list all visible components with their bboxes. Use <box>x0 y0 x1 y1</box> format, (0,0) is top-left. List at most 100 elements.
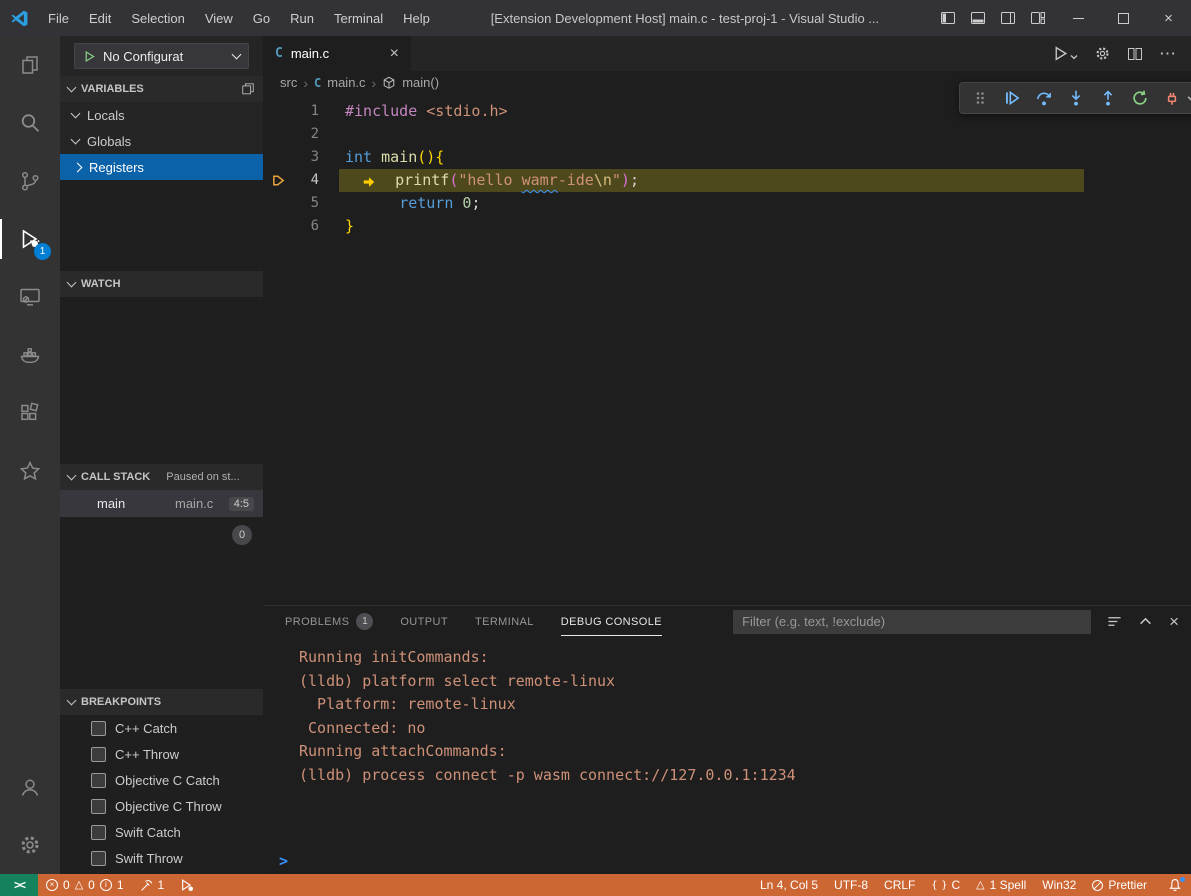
status-prettier[interactable]: Prettier <box>1084 874 1155 896</box>
maximize-button[interactable] <box>1101 0 1146 36</box>
continue-button[interactable] <box>999 85 1025 111</box>
menu-go[interactable]: Go <box>243 0 280 36</box>
split-editor-icon[interactable] <box>1127 46 1143 62</box>
maximize-panel-icon[interactable] <box>1139 615 1152 628</box>
watch-section-header[interactable]: WATCH <box>60 271 263 297</box>
toggle-sidebar-icon[interactable] <box>940 10 956 26</box>
breakpoint-row[interactable]: C++ Catch <box>60 715 263 741</box>
menu-edit[interactable]: Edit <box>79 0 121 36</box>
open-panes-view-icon[interactable] <box>241 82 255 96</box>
console-filter-input[interactable] <box>733 610 1091 634</box>
status-eol[interactable]: CRLF <box>876 874 923 896</box>
breakpoint-checkbox[interactable] <box>91 825 106 840</box>
breakpoint-row[interactable]: C++ Throw <box>60 741 263 767</box>
code-line-content[interactable]: return 0; <box>345 192 480 215</box>
variables-item-locals[interactable]: Locals <box>60 102 263 128</box>
tab-main-c[interactable]: C main.c × <box>263 36 411 71</box>
status-debug[interactable] <box>172 874 202 896</box>
breakpoint-row[interactable]: Swift Catch <box>60 819 263 845</box>
toolbar-drag-grip[interactable] <box>967 85 993 111</box>
activity-extensions[interactable] <box>0 384 60 442</box>
breadcrumb-file[interactable]: main.c <box>327 75 365 90</box>
status-spell-checker[interactable]: △1 Spell <box>968 874 1034 896</box>
glyph-margin[interactable] <box>263 192 293 215</box>
code-line-content[interactable]: int main(){ <box>345 146 444 169</box>
menu-view[interactable]: View <box>195 0 243 36</box>
call-stack-frame[interactable]: main main.c 4:5 <box>60 490 263 517</box>
activity-settings[interactable] <box>0 816 60 874</box>
menu-run[interactable]: Run <box>280 0 324 36</box>
activity-remote-explorer[interactable] <box>0 268 60 326</box>
activity-run-and-debug[interactable]: 1 <box>0 210 60 268</box>
step-over-button[interactable] <box>1031 85 1057 111</box>
breadcrumb-symbol[interactable]: main() <box>402 75 439 90</box>
breakpoint-checkbox[interactable] <box>91 851 106 866</box>
filter-lines-icon[interactable] <box>1107 614 1122 629</box>
activity-source-control[interactable] <box>0 152 60 210</box>
breakpoints-section-header[interactable]: BREAKPOINTS <box>60 689 263 715</box>
remote-indicator[interactable]: >< <box>0 874 38 896</box>
breakpoint-checkbox[interactable] <box>91 747 106 762</box>
code-token: (){ <box>417 148 444 166</box>
close-panel-icon[interactable]: × <box>1169 613 1179 630</box>
breakpoint-checkbox[interactable] <box>91 799 106 814</box>
disconnect-button[interactable] <box>1159 85 1185 111</box>
debug-toolbar-chevron-icon[interactable] <box>1187 94 1191 103</box>
close-tab-icon[interactable]: × <box>390 46 399 62</box>
restart-button[interactable] <box>1127 85 1153 111</box>
call-stack-section-header[interactable]: CALL STACK Paused on st... <box>60 464 263 490</box>
glyph-margin[interactable] <box>263 123 293 146</box>
customize-layout-icon[interactable] <box>1030 10 1046 26</box>
run-or-debug-icon[interactable] <box>1052 45 1078 62</box>
menu-selection[interactable]: Selection <box>121 0 194 36</box>
status-cursor-position[interactable]: Ln 4, Col 5 <box>752 874 826 896</box>
panel-tab-debug-console[interactable]: DEBUG CONSOLE <box>561 606 662 637</box>
activity-account[interactable] <box>0 758 60 816</box>
variables-item-globals[interactable]: Globals <box>60 128 263 154</box>
status-problems[interactable]: × 0 △ 0 i 1 <box>38 874 132 896</box>
info-icon: i <box>100 879 112 891</box>
activity-docker[interactable] <box>0 326 60 384</box>
glyph-margin[interactable] <box>263 215 293 238</box>
panel-tab-output[interactable]: OUTPUT <box>400 606 448 637</box>
minimize-button[interactable] <box>1056 0 1101 36</box>
code-editor[interactable]: 1#include <stdio.h>23int main(){4 printf… <box>263 94 1191 605</box>
breakpoint-checkbox[interactable] <box>91 721 106 736</box>
activity-search[interactable] <box>0 94 60 152</box>
debug-console-output[interactable]: Running initCommands:(lldb) platform sel… <box>263 637 1191 847</box>
code-line-content[interactable]: #include <stdio.h> <box>345 100 508 123</box>
menu-help[interactable]: Help <box>393 0 440 36</box>
status-encoding[interactable]: UTF-8 <box>826 874 876 896</box>
variables-item-registers[interactable]: Registers <box>60 154 263 180</box>
panel-tab-terminal[interactable]: TERMINAL <box>475 606 534 637</box>
toggle-secondary-sidebar-icon[interactable] <box>1000 10 1016 26</box>
status-toolchain[interactable]: 1 <box>132 874 173 896</box>
variables-section-header[interactable]: VARIABLES <box>60 76 263 102</box>
debug-config-dropdown[interactable]: No Configurat <box>74 43 249 69</box>
breakpoint-row[interactable]: Objective C Catch <box>60 767 263 793</box>
step-into-button[interactable] <box>1063 85 1089 111</box>
status-platform[interactable]: Win32 <box>1034 874 1084 896</box>
glyph-margin[interactable] <box>263 169 293 192</box>
toggle-panel-icon[interactable] <box>970 10 986 26</box>
step-out-button[interactable] <box>1095 85 1121 111</box>
debug-console-input[interactable]: > <box>263 847 1191 874</box>
menu-file[interactable]: File <box>38 0 79 36</box>
breakpoint-checkbox[interactable] <box>91 773 106 788</box>
settings-gear-icon[interactable] <box>1094 45 1111 62</box>
code-line-content[interactable]: } <box>345 215 354 238</box>
activity-explorer[interactable] <box>0 36 60 94</box>
code-line-content[interactable]: printf("hello wamr-ide\n"); <box>345 169 639 192</box>
breadcrumb-folder[interactable]: src <box>280 75 297 90</box>
panel-tab-problems[interactable]: PROBLEMS1 <box>285 606 373 637</box>
glyph-margin[interactable] <box>263 100 293 123</box>
glyph-margin[interactable] <box>263 146 293 169</box>
close-window-button[interactable]: × <box>1146 0 1191 36</box>
start-debugging-icon[interactable] <box>83 50 96 63</box>
activity-favorites[interactable] <box>0 442 60 500</box>
notifications-bell[interactable] <box>1159 874 1191 896</box>
breakpoint-row[interactable]: Objective C Throw <box>60 793 263 819</box>
status-language-mode[interactable]: { }C <box>923 874 968 896</box>
breakpoint-row[interactable]: Swift Throw <box>60 845 263 871</box>
menu-terminal[interactable]: Terminal <box>324 0 393 36</box>
